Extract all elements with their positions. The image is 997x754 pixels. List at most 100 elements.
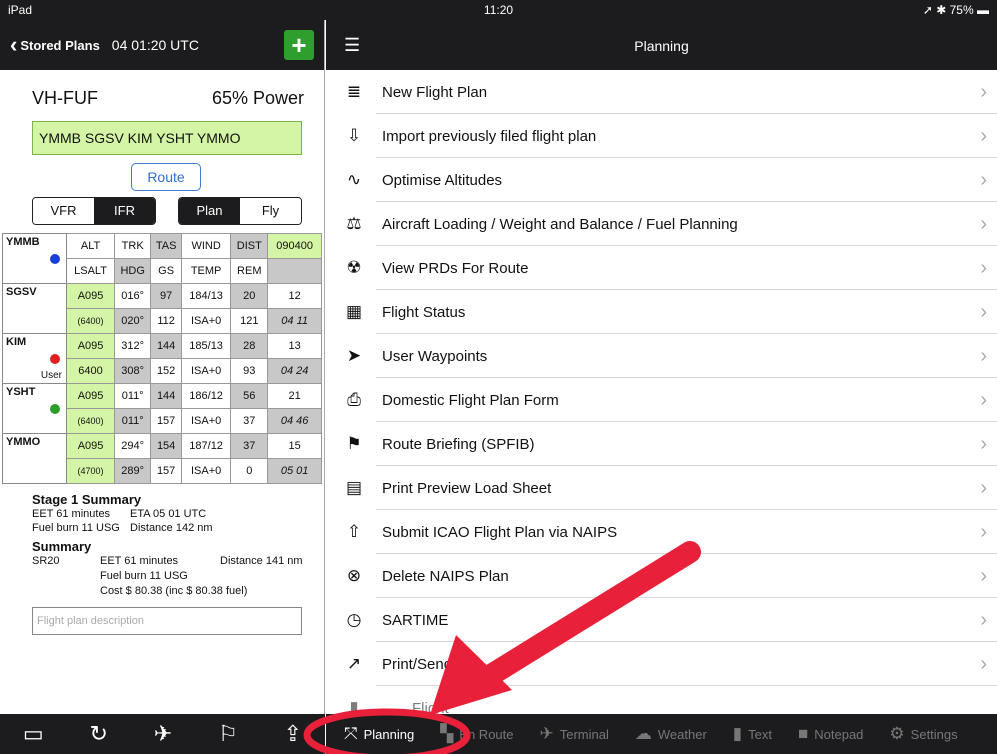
leg-cell[interactable]: A095 <box>65 433 116 459</box>
power-setting[interactable]: 65% Power <box>212 88 304 109</box>
tab-en-route[interactable]: ▚ En Route <box>440 724 513 744</box>
menu-item-optimise-altitudes[interactable]: ∿ Optimise Altitudes › <box>326 158 997 202</box>
cloud-icon: ☁ <box>634 724 652 743</box>
chevron-left-icon: ‹ <box>10 32 18 57</box>
device-label: iPad <box>8 3 33 17</box>
menu-item-domestic-form[interactable]: ⎙ Domestic Flight Plan Form › <box>326 378 997 422</box>
leg-cell[interactable]: A095 <box>65 383 116 409</box>
header-cell: TAS <box>150 233 182 259</box>
stored-plans-back-button[interactable]: ‹ Stored Plans <box>10 32 100 57</box>
menu-item-delete-naips[interactable]: ⊗ Delete NAIPS Plan › <box>326 554 997 598</box>
waypoint-dot-icon <box>50 404 60 414</box>
summary-distance: Distance 141 nm <box>220 555 303 567</box>
menu-item-aircraft-loading[interactable]: ⚖ Aircraft Loading / Weight and Balance … <box>326 202 997 246</box>
ifr-option[interactable]: IFR <box>94 198 155 224</box>
chevron-right-icon: › <box>980 652 987 675</box>
tab-notepad[interactable]: ■ Notepad <box>798 724 863 744</box>
waypoint-cell[interactable]: SGSV <box>2 283 67 334</box>
location-arrow-icon: ➤ <box>346 346 362 365</box>
planning-panel: ☰ Planning ≣ New Flight Plan › ⇩ Import … <box>326 20 997 714</box>
leg-cell: 144 <box>150 333 182 359</box>
airplane-icon[interactable]: ✈ <box>154 721 172 747</box>
route-field[interactable]: YMMB SGSV KIM YSHT YMMO <box>32 121 302 155</box>
waypoint-cell[interactable]: KIM User <box>2 333 67 384</box>
folder-icon[interactable]: ▭ <box>23 721 44 747</box>
waypoint-cell[interactable]: YMMO <box>2 433 67 484</box>
menu-item-print-send[interactable]: ↗ Print/Send › <box>326 642 997 686</box>
menu-item-new-flight-plan[interactable]: ≣ New Flight Plan › <box>326 70 997 114</box>
menu-item-import-plan[interactable]: ⇩ Import previously filed flight plan › <box>326 114 997 158</box>
header-cell: TRK <box>114 233 152 259</box>
planning-icon: ⤧ <box>344 724 358 743</box>
menu-item-print-preview[interactable]: ▤ Print Preview Load Sheet › <box>326 466 997 510</box>
refresh-icon[interactable]: ↻ <box>90 721 108 747</box>
status-bar: iPad 11:20 ➚ ✱ 75% ▬ <box>0 0 997 20</box>
clock-icon: ◷ <box>346 610 362 629</box>
waypoint-dot-icon <box>50 354 60 364</box>
leg-cell: 294° <box>114 433 152 459</box>
leg-cell: (4700) <box>65 458 116 484</box>
leg-cell: 6400 <box>65 358 116 384</box>
menu-item-route-briefing[interactable]: ⚑ Route Briefing (SPFIB) › <box>326 422 997 466</box>
menu-item-user-waypoints[interactable]: ➤ User Waypoints › <box>326 334 997 378</box>
leg-cell: ISA+0 <box>180 408 232 434</box>
tab-terminal[interactable]: ✈ Terminal <box>540 724 609 744</box>
leg-cell[interactable]: A095 <box>65 333 116 359</box>
menu-item-flight-status[interactable]: ▦ Flight Status › <box>326 290 997 334</box>
leg-cell: 157 <box>150 458 182 484</box>
header-cell <box>267 258 322 284</box>
planning-title: Planning <box>634 38 689 54</box>
leg-cell: (6400) <box>65 308 116 334</box>
chevron-right-icon: › <box>980 212 987 235</box>
leg-cell: 154 <box>150 433 182 459</box>
add-plan-button[interactable]: + <box>284 30 314 60</box>
leg-cell: 21 <box>267 383 322 409</box>
tab-weather[interactable]: ☁ Weather <box>635 724 707 744</box>
leg-cell: ISA+0 <box>180 308 232 334</box>
leg-cell: 12 <box>267 283 322 309</box>
waypoint-cell[interactable]: YMMB <box>2 233 67 284</box>
table-row: SGSV A095 016° 97 184/13 20 12 <box>2 283 322 334</box>
left-toolbar: ▭ ↻ ✈ ⚐ ⇪ <box>0 714 325 754</box>
menu-item-view-prds[interactable]: ☢ View PRDs For Route › <box>326 246 997 290</box>
leg-cell: (6400) <box>65 408 116 434</box>
fly-option[interactable]: Fly <box>240 198 301 224</box>
tab-planning[interactable]: ⤧ Planning <box>344 724 414 744</box>
chevron-right-icon: › <box>980 300 987 323</box>
gear-icon: ⚙ <box>889 724 905 743</box>
aircraft-registration[interactable]: VH-FUF <box>32 88 98 109</box>
stage-fuel: Fuel burn 11 USG <box>32 522 120 534</box>
chevron-right-icon: › <box>980 256 987 279</box>
tab-settings[interactable]: ⚙ Settings <box>889 724 957 744</box>
header-cell: ALT <box>65 233 116 259</box>
waypoint-dot-icon <box>50 254 60 264</box>
header-cell: WIND <box>180 233 232 259</box>
plan-option[interactable]: Plan <box>179 198 240 224</box>
leg-cell: ISA+0 <box>180 358 232 384</box>
share-icon[interactable]: ⇪ <box>284 721 302 747</box>
tab-text[interactable]: ▮ Text <box>733 724 772 744</box>
menu-item-sartime[interactable]: ◷ SARTIME › <box>326 598 997 642</box>
printer-icon: ⎙ <box>347 390 361 409</box>
summary-cost: Cost $ 80.38 (inc $ 80.38 fuel) <box>100 585 248 597</box>
vfr-option[interactable]: VFR <box>33 198 94 224</box>
chevron-right-icon: › <box>980 168 987 191</box>
chevron-right-icon: › <box>980 388 987 411</box>
waypoint-cell[interactable]: YSHT <box>2 383 67 434</box>
leg-cell: 187/12 <box>180 433 232 459</box>
leg-cell[interactable]: A095 <box>65 283 116 309</box>
share-icon: ↗ <box>346 654 362 673</box>
summary-aircraft: SR20 <box>32 555 60 567</box>
header-cell: DIST <box>230 233 269 259</box>
flight-plan-description-input[interactable]: Flight plan description <box>32 607 302 635</box>
route-button[interactable]: Route <box>131 163 201 191</box>
chevron-right-icon: › <box>980 564 987 587</box>
book-icon: ▮ <box>349 698 359 714</box>
menu-item-submit-icao[interactable]: ⇧ Submit ICAO Flight Plan via NAIPS › <box>326 510 997 554</box>
departure-time-cell[interactable]: 090400 <box>267 233 322 259</box>
leg-cell: 93 <box>230 358 269 384</box>
flag-outline-icon[interactable]: ⚐ <box>218 721 238 747</box>
leg-cell: 37 <box>230 408 269 434</box>
menu-item-flight[interactable]: ▮ Flight <box>326 686 997 714</box>
leg-cell: 28 <box>230 333 269 359</box>
